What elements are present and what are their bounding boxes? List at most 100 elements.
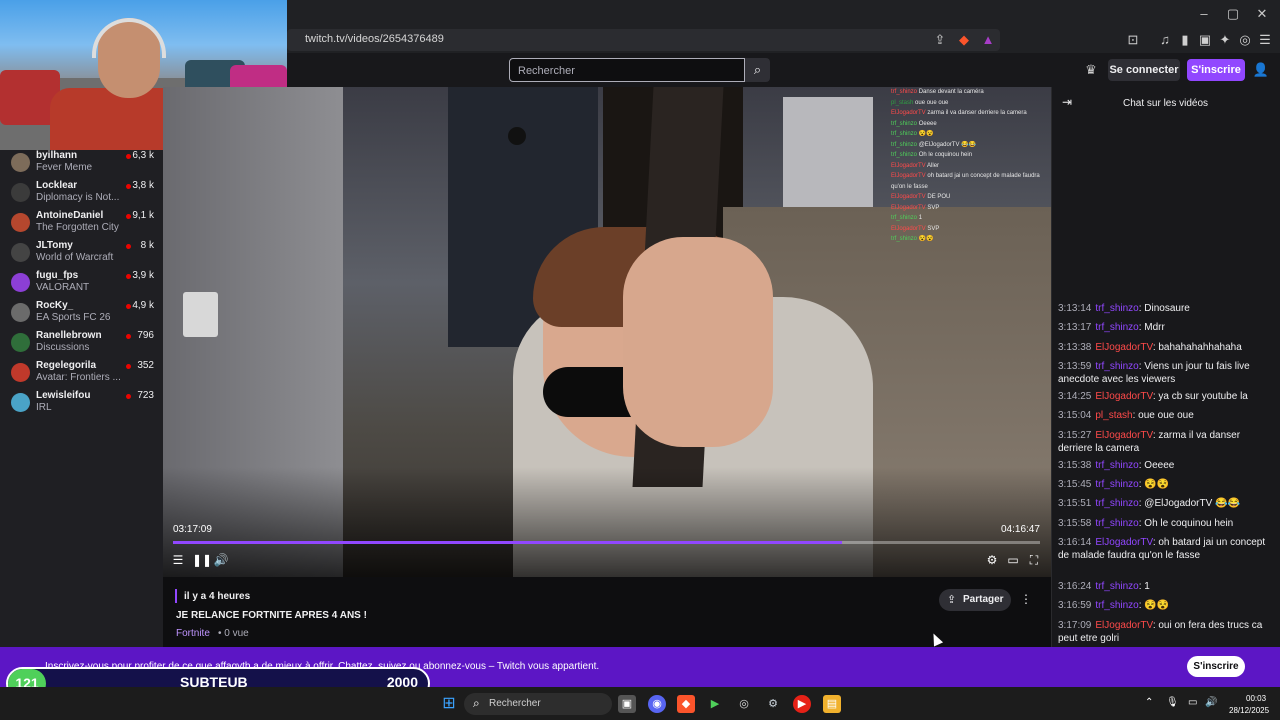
avatar [11, 153, 30, 172]
chat-username[interactable]: ElJogadorTV [1095, 620, 1152, 631]
chat-username[interactable]: ElJogadorTV [1095, 537, 1152, 548]
pause-icon[interactable]: ❚❚ [192, 552, 212, 568]
overlay-chat-line: ElJogadorTV SVP [891, 225, 940, 232]
chat-username[interactable]: ElJogadorTV [1095, 391, 1152, 402]
chat-timestamp: 3:17:09 [1058, 620, 1092, 631]
more-options-icon[interactable]: ⋮ [1020, 592, 1032, 606]
share-button[interactable]: ⇪ Partager [939, 589, 1011, 611]
chat-username[interactable]: trf_shinzo [1095, 600, 1138, 611]
channel-game: Diplomacy is Not... [36, 192, 120, 203]
search-icon[interactable]: ⌕ [745, 58, 770, 82]
taskbar-search[interactable]: ⌕ Rechercher [464, 693, 612, 715]
address-bar[interactable]: twitch.tv/videos/2654376489 [287, 29, 1000, 51]
viewer-count: 352 [137, 360, 154, 371]
brave-rewards-icon[interactable]: ▲ [979, 31, 997, 49]
signup-button[interactable]: S'inscrire [1187, 59, 1245, 81]
channel-game: World of Warcraft [36, 252, 114, 263]
microphone-icon[interactable]: 🎙 [1166, 697, 1179, 708]
clock-date[interactable]: 28/12/2025 [1229, 706, 1269, 715]
prime-crown-icon[interactable]: ♛ [1082, 61, 1100, 79]
chat-username[interactable]: trf_shinzo [1095, 581, 1138, 592]
sidebar-icon[interactable]: ▮ [1176, 31, 1194, 49]
chat-username[interactable]: ElJogadorTV [1095, 342, 1152, 353]
maximize-icon[interactable]: ▢ [1222, 6, 1244, 22]
minimize-icon[interactable]: – [1193, 6, 1215, 22]
sidebar-item-locklear[interactable]: Locklear Diplomacy is Not... 3,8 k [0, 180, 163, 210]
sidebar-item-ranellebrown[interactable]: Ranellebrown Discussions 796 [0, 330, 163, 360]
volume-icon[interactable]: 🔊 [213, 552, 229, 568]
user-icon[interactable]: 👤 [1252, 61, 1270, 79]
screenshot-icon[interactable]: ⊡ [1124, 31, 1142, 49]
network-icon[interactable]: ▭ [1188, 697, 1197, 708]
chat-username[interactable]: trf_shinzo [1095, 498, 1138, 509]
chat-title: Chat sur les vidéos [1123, 98, 1209, 109]
chapters-icon[interactable]: ☰ [170, 552, 186, 568]
sidebar-item-fugu-fps[interactable]: fugu_fps VALORANT 3,9 k [0, 270, 163, 300]
chat-username[interactable]: trf_shinzo [1095, 303, 1138, 314]
live-dot-icon [126, 154, 131, 159]
game-link[interactable]: Fortnite [176, 628, 210, 639]
windows-start-icon[interactable]: ⊞ [440, 695, 458, 713]
bluestacks-icon[interactable]: ▤ [823, 695, 841, 713]
overlay-chat-line: trf_shinzo Danse devant la caméra [891, 89, 984, 95]
app-icon[interactable]: ▶ [706, 695, 724, 713]
theatre-mode-icon[interactable]: ▭ [1005, 552, 1021, 568]
chat-text: : 1 [1138, 581, 1150, 592]
seek-bar[interactable] [173, 541, 1040, 544]
fullscreen-icon[interactable]: ⛶ [1026, 552, 1042, 568]
banner-signup-button[interactable]: S'inscrire [1187, 656, 1245, 677]
search-input[interactable]: Rechercher [509, 58, 745, 82]
avatar [11, 363, 30, 382]
video-info: il y a 4 heures JE RELANCE FORTNITE APRE… [163, 577, 1051, 647]
share-page-icon[interactable]: ⇪ [931, 31, 949, 49]
music-icon[interactable]: ♫ [1156, 31, 1174, 49]
collapse-chat-icon[interactable]: ⇥ [1062, 95, 1072, 109]
chat-username[interactable]: trf_shinzo [1095, 518, 1138, 529]
close-icon[interactable]: ✕ [1251, 6, 1273, 22]
search-icon: ⌕ [473, 696, 480, 710]
sidebar-item-byilhann[interactable]: byilhann Fever Meme 6,3 k [0, 150, 163, 180]
obs-icon[interactable]: ◎ [735, 695, 753, 713]
channel-game: Avatar: Frontiers ... [36, 372, 121, 383]
brave-browser-icon[interactable]: ◆ [677, 695, 695, 713]
chat-message: 3:15:04 pl_stash: oue oue oue [1058, 409, 1276, 422]
sidebar-item-lewisleifou[interactable]: Lewisleifou IRL 723 [0, 390, 163, 420]
live-dot-icon [126, 244, 131, 249]
chat-username[interactable]: trf_shinzo [1095, 479, 1138, 490]
chat-message: 3:17:09 ElJogadorTV: oui on fera des truc… [1058, 619, 1276, 645]
tray-chevron-icon[interactable]: ⌃ [1145, 697, 1153, 708]
chat-username[interactable]: pl_stash [1095, 410, 1132, 421]
login-button[interactable]: Se connecter [1108, 59, 1180, 81]
chat-timestamp: 3:13:59 [1058, 361, 1092, 372]
menu-icon[interactable]: ☰ [1256, 31, 1274, 49]
overlay-chat-line: ElJogadorTV SVP [891, 204, 940, 211]
clock-time[interactable]: 00:03 [1246, 694, 1266, 703]
chat-timestamp: 3:15:04 [1058, 410, 1092, 421]
current-time: 03:17:09 [173, 524, 212, 535]
chat-username[interactable]: ElJogadorTV [1095, 430, 1152, 441]
video-player[interactable]: trf_shinzo Danse devant la caméra pl_sta… [163, 87, 1051, 577]
task-view-icon[interactable]: ▣ [618, 695, 636, 713]
avatar [11, 213, 30, 232]
channel-name: AntoineDaniel [36, 210, 104, 221]
overlay-chat-line: ElJogadorTV Aller [891, 162, 940, 169]
youtube-icon[interactable]: ▶ [793, 695, 811, 713]
settings-gear-icon[interactable]: ⚙ [984, 552, 1000, 568]
overlay-chat-line: trf_shinzo 😵😵 [891, 236, 934, 242]
wallet-icon[interactable]: ▣ [1196, 31, 1214, 49]
sidebar-item-regelegorila[interactable]: Regelegorila Avatar: Frontiers ... 352 [0, 360, 163, 390]
brave-shield-icon[interactable]: ◆ [955, 31, 973, 49]
discord-icon[interactable]: ◉ [648, 695, 666, 713]
sidebar-item-antoinedaniel[interactable]: AntoineDaniel The Forgotten City 9,1 k [0, 210, 163, 240]
vpn-icon[interactable]: ◎ [1236, 31, 1254, 49]
channel-name: Locklear [36, 180, 78, 191]
sidebar-item-jltomy[interactable]: JLTomy World of Warcraft 8 k [0, 240, 163, 270]
leo-ai-icon[interactable]: ✦ [1216, 31, 1234, 49]
channel-name: Lewisleifou [36, 390, 91, 401]
speaker-icon[interactable]: 🔊 [1205, 697, 1217, 708]
steam-icon[interactable]: ⚙ [764, 695, 782, 713]
sidebar-item-rocky[interactable]: RocKy_ EA Sports FC 26 4,9 k [0, 300, 163, 330]
chat-username[interactable]: trf_shinzo [1095, 322, 1138, 333]
chat-username[interactable]: trf_shinzo [1095, 361, 1138, 372]
chat-username[interactable]: trf_shinzo [1095, 460, 1138, 471]
